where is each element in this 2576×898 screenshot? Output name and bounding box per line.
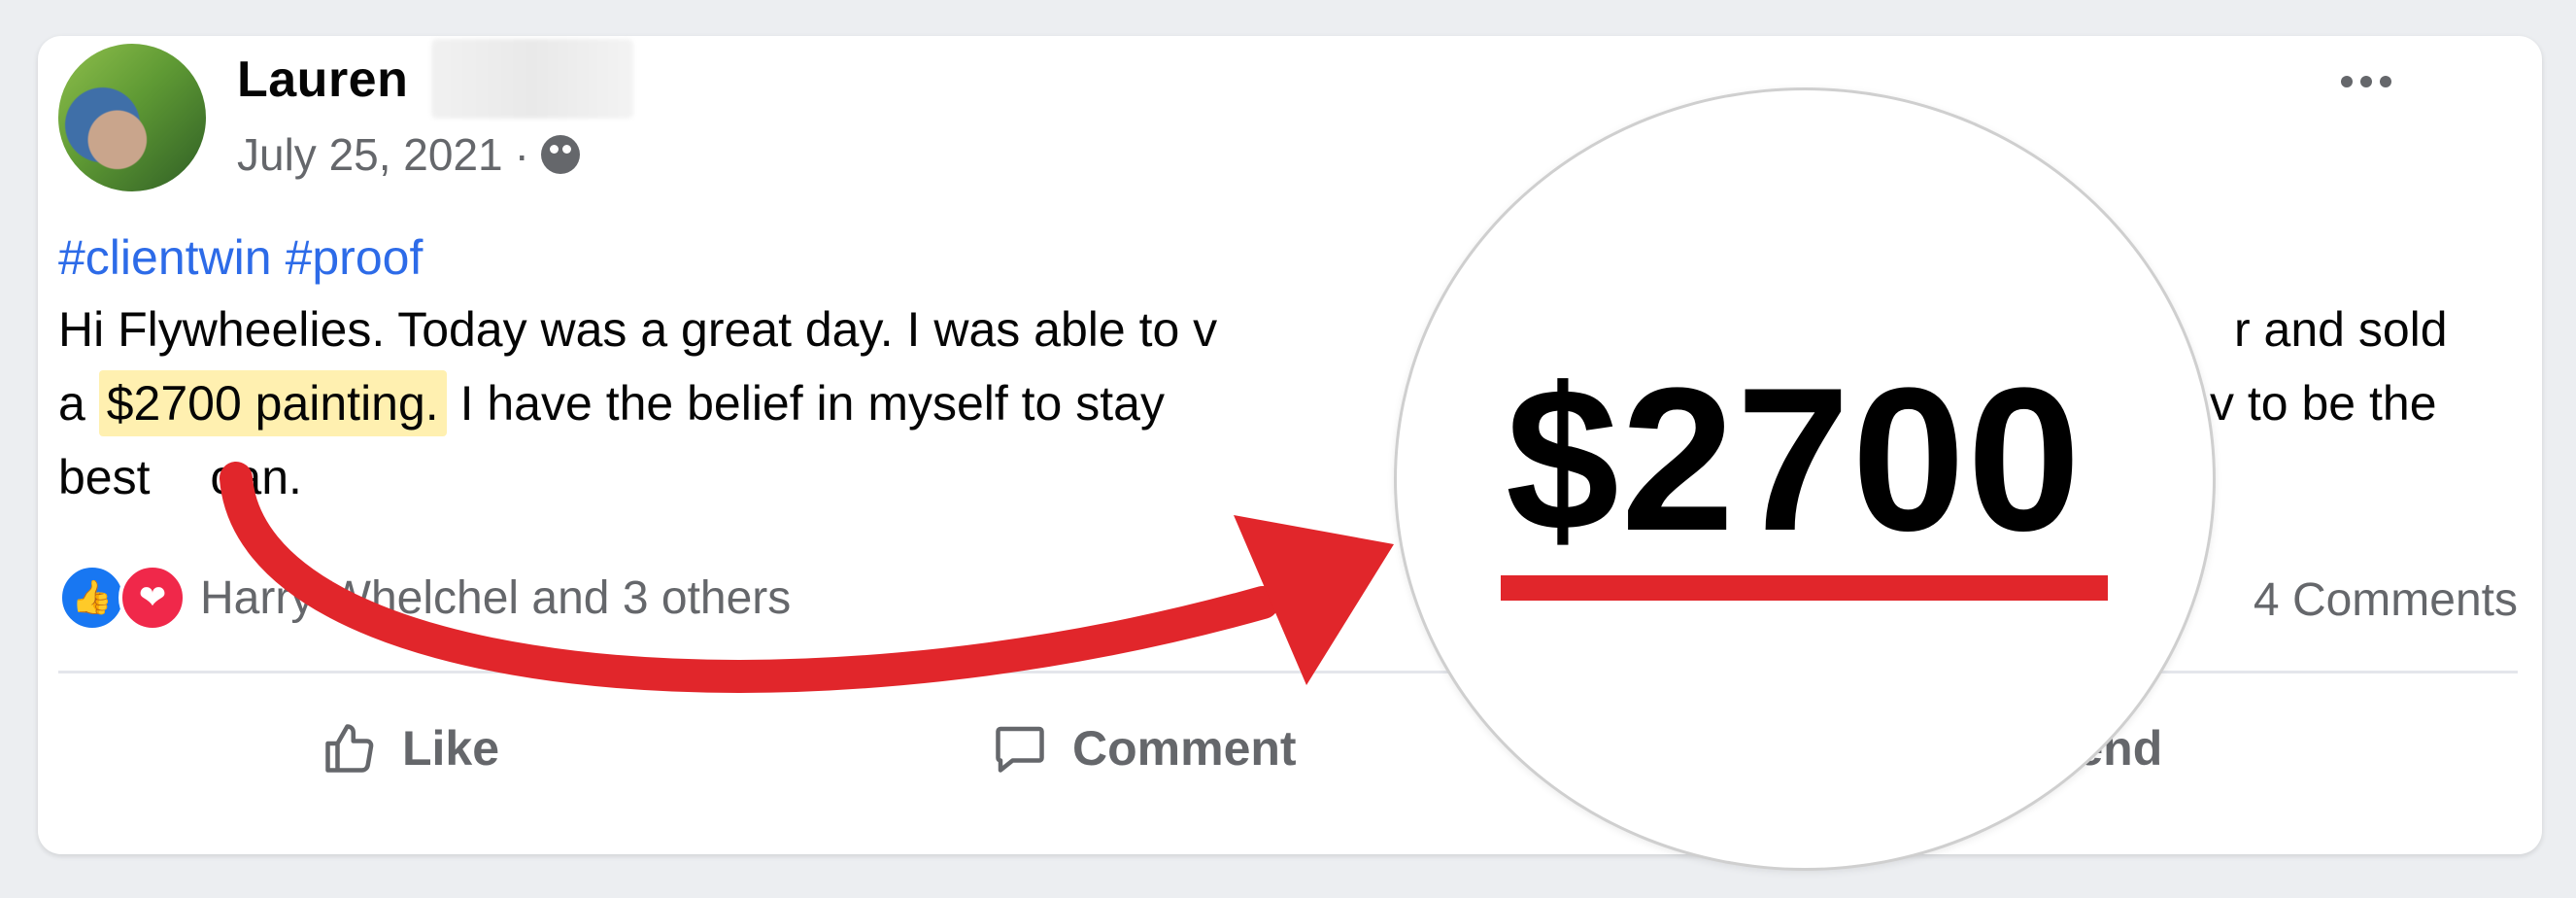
- highlighted-amount: $2700 painting.: [98, 370, 447, 436]
- post-text-segment: r and sold: [2234, 302, 2448, 357]
- magnified-underline: [1501, 575, 2108, 601]
- love-reaction-icon: ❤: [119, 564, 186, 632]
- magnified-amount: $2700: [1506, 345, 2083, 573]
- meta-separator: ·: [514, 129, 529, 180]
- like-label: Like: [402, 721, 500, 776]
- author-avatar[interactable]: [58, 44, 206, 191]
- thumbs-up-icon: [325, 724, 374, 773]
- reactions-text[interactable]: Harry Whelchel and 3 others: [200, 571, 791, 625]
- post-text-line: a $2700 painting. I have the belief in m…: [58, 370, 2437, 436]
- post-text-line: best can.: [58, 449, 302, 505]
- post-text-segment: Hi Flywheelies. Today was a great day. I…: [58, 302, 1218, 357]
- post-meta: July 25, 2021 ·: [237, 128, 580, 181]
- like-button[interactable]: Like: [321, 719, 499, 777]
- comment-label: Comment: [1072, 721, 1297, 776]
- hashtags: #clientwin #proof: [58, 229, 423, 286]
- post-date[interactable]: July 25, 2021: [237, 128, 503, 181]
- post-text-segment: v to be the: [2210, 376, 2437, 431]
- post-text-segment: a: [58, 376, 85, 431]
- post-text-segment: I have the belief in myself to stay: [459, 376, 1165, 431]
- post-text-segment: best: [58, 450, 151, 504]
- comments-count[interactable]: 4 Comments: [2254, 573, 2518, 627]
- redacted-last-name: [431, 39, 633, 119]
- reactions-summary[interactable]: 👍 ❤ Harry Whelchel and 3 others: [58, 564, 791, 632]
- post-text-segment: can.: [210, 450, 302, 504]
- globe-icon: [540, 135, 580, 174]
- author-name[interactable]: Lauren: [237, 51, 408, 109]
- more-options-icon[interactable]: [2341, 76, 2391, 87]
- comment-bubble-icon: [996, 726, 1044, 773]
- comment-button[interactable]: Comment: [991, 719, 1297, 777]
- hashtag-link[interactable]: #proof: [286, 229, 424, 286]
- like-reaction-icon: 👍: [58, 564, 126, 632]
- post-text-line: Hi Flywheelies. Today was a great day. I…: [58, 301, 2448, 358]
- hashtag-link[interactable]: #clientwin: [58, 229, 272, 286]
